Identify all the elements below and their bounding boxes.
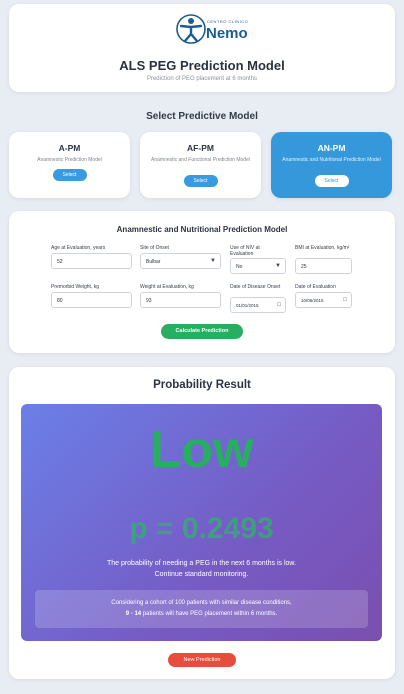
niv-label: Use of NIV at Evaluation	[230, 245, 260, 257]
select-a-pm-button[interactable]: Select	[52, 169, 87, 181]
risk-level: Low	[149, 421, 254, 479]
result-title: Probability Result	[153, 379, 251, 391]
result-message: The probability of needing a PEG in the …	[21, 558, 382, 580]
weight-input[interactable]: 93	[140, 292, 221, 308]
new-prediction-button[interactable]: New Prediction	[168, 653, 236, 667]
model-description: Anamnestic and Nutritional Prediction Mo…	[282, 157, 381, 163]
premorbid-value: 80	[57, 298, 63, 304]
model-card-af-pm[interactable]: AF-PM Anamnestic and Functional Predicti…	[140, 132, 261, 198]
onset-select[interactable]: Bulbar ▼	[140, 253, 221, 269]
models-section-title: Select Predictive Model	[146, 111, 258, 122]
cohort-text: patients will have PEG placement within …	[142, 611, 278, 617]
onset-date-label: Date of Disease Onset	[230, 284, 281, 290]
premorbid-label: Premorbid Weight, kg	[51, 284, 99, 290]
result-message-line-2: Continue standard monitoring.	[154, 571, 249, 578]
onset-date-input[interactable]: 01/01/2015 □	[230, 297, 286, 313]
onset-label: Site of Onset	[140, 245, 169, 251]
nemo-figure-icon	[176, 14, 206, 44]
calendar-icon: □	[343, 297, 347, 303]
bmi-label: BMI at Evaluation, kg/m²	[295, 245, 350, 251]
age-label: Age at Evaluation, years	[51, 245, 106, 251]
eval-date-input[interactable]: 10/06/2015 □	[295, 292, 352, 308]
model-code: AF-PM	[187, 143, 214, 153]
cohort-note: Considering a cohort of 100 patients wit…	[35, 590, 368, 628]
age-value: 52	[57, 259, 63, 265]
onset-date-value: 01/01/2015	[236, 303, 259, 308]
probability-value: p = 0.2493	[129, 512, 274, 545]
niv-value: No	[236, 264, 243, 270]
calendar-icon: □	[277, 302, 281, 308]
cohort-line-2: 9 - 14 patients will have PEG placement …	[35, 609, 368, 620]
model-description: Anamnestic Prediction Model	[37, 157, 102, 163]
calculate-prediction-button[interactable]: Calculate Prediction	[161, 324, 243, 339]
weight-value: 93	[146, 298, 152, 304]
select-af-pm-button[interactable]: Select	[183, 175, 218, 187]
prediction-form: Anamnestic and Nutritional Prediction Mo…	[9, 211, 395, 353]
header-card: CENTRO CLINICO Nemo ALS PEG Prediction M…	[9, 4, 395, 92]
age-input[interactable]: 52	[51, 253, 132, 269]
model-card-an-pm[interactable]: AN-PM Anamnestic and Nutritional Predict…	[271, 132, 392, 198]
model-code: AN-PM	[317, 143, 346, 153]
logo-name: Nemo	[206, 25, 248, 42]
premorbid-input[interactable]: 80	[51, 292, 132, 308]
model-code: A-PM	[58, 143, 81, 153]
nemo-logo: CENTRO CLINICO Nemo	[175, 13, 249, 45]
result-message-line-1: The probability of needing a PEG in the …	[106, 560, 297, 567]
bmi-value: 25	[301, 264, 307, 270]
form-title: Anamnestic and Nutritional Prediction Mo…	[116, 225, 288, 234]
eval-date-label: Date of Evaluation	[295, 284, 336, 290]
logo-subtitle: CENTRO CLINICO	[207, 19, 249, 24]
chevron-down-icon: ▼	[275, 263, 281, 269]
cohort-range: 9 - 14	[125, 611, 142, 617]
result-card: Probability Result Low p = 0.2493 The pr…	[9, 367, 395, 679]
chevron-down-icon: ▼	[210, 258, 216, 264]
niv-select[interactable]: No ▼	[230, 258, 286, 274]
model-description: Anamnestic and Functional Prediction Mod…	[151, 157, 250, 163]
result-panel: Low p = 0.2493 The probability of needin…	[21, 404, 382, 641]
eval-date-value: 10/06/2015	[301, 298, 324, 303]
weight-label: Weight at Evaluation, kg	[140, 284, 194, 290]
model-card-a-pm[interactable]: A-PM Anamnestic Prediction Model Select	[9, 132, 130, 198]
select-an-pm-button[interactable]: Select	[314, 175, 349, 187]
cohort-line-1: Considering a cohort of 100 patients wit…	[111, 600, 292, 606]
page-title: ALS PEG Prediction Model	[119, 58, 285, 73]
bmi-input[interactable]: 25	[295, 258, 352, 274]
onset-value: Bulbar	[146, 259, 161, 265]
page-subtitle: Prediction of PEG placement at 6 months	[146, 76, 258, 82]
